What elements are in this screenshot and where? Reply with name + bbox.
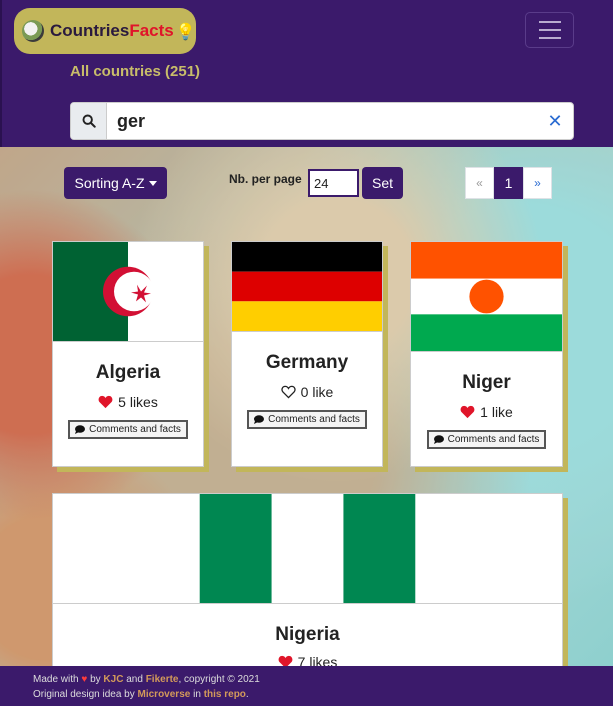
comment-icon bbox=[75, 425, 86, 434]
caret-down-icon bbox=[148, 180, 157, 186]
brand-name: CountriesFacts bbox=[50, 21, 174, 40]
hamburger-icon bbox=[538, 21, 561, 23]
pagination: « 1 » bbox=[465, 167, 552, 199]
per-page-label: Nb. per page bbox=[229, 172, 302, 186]
lightbulb-icon: 💡 bbox=[175, 21, 196, 41]
country-card-algeria[interactable]: Algeria 5 likes Comments and facts bbox=[52, 241, 204, 467]
heart-filled-icon bbox=[98, 395, 113, 409]
likes-count[interactable]: 5 likes bbox=[98, 394, 158, 410]
countries-count: All countries (251) bbox=[70, 63, 201, 80]
nigeria-flag bbox=[53, 494, 562, 604]
author-link-kjc[interactable]: KJC bbox=[103, 674, 123, 685]
search-button[interactable] bbox=[71, 103, 107, 139]
author-link-fikerte[interactable]: Fikerte bbox=[146, 674, 179, 685]
country-card-niger[interactable]: Niger 1 like Comments and facts bbox=[410, 241, 563, 467]
country-name: Germany bbox=[265, 352, 349, 373]
sorting-dropdown[interactable]: Sorting A-Z bbox=[64, 167, 167, 199]
country-name: Niger bbox=[462, 372, 511, 393]
pagination-next[interactable]: » bbox=[523, 167, 552, 199]
set-per-page-button[interactable]: Set bbox=[362, 167, 403, 199]
navbar: CountriesFacts 💡 All countries (251) ✕ bbox=[0, 0, 613, 147]
country-name: Algeria bbox=[95, 362, 161, 383]
pagination-page-1[interactable]: 1 bbox=[494, 167, 523, 199]
search-bar: ✕ bbox=[70, 102, 574, 140]
globe-logo-icon bbox=[22, 20, 44, 42]
clear-search-button[interactable]: ✕ bbox=[537, 111, 573, 132]
repo-link[interactable]: this repo bbox=[204, 689, 246, 700]
footer: Made with ♥ by KJC and Fikerte, copyrigh… bbox=[0, 666, 613, 706]
heart-outline-icon bbox=[281, 385, 296, 399]
search-input[interactable] bbox=[107, 103, 537, 139]
close-icon: ✕ bbox=[547, 110, 563, 132]
country-card-nigeria[interactable]: Nigeria 7 likes bbox=[52, 493, 563, 666]
menu-toggle-button[interactable] bbox=[525, 12, 574, 48]
comment-icon bbox=[254, 415, 265, 424]
search-icon bbox=[82, 114, 96, 128]
germany-flag bbox=[232, 242, 382, 332]
heart-filled-icon bbox=[278, 655, 293, 666]
niger-flag bbox=[411, 242, 562, 352]
per-page-input[interactable] bbox=[308, 169, 359, 197]
likes-count[interactable]: 1 like bbox=[460, 404, 513, 420]
comments-and-facts-button[interactable]: Comments and facts bbox=[247, 410, 367, 429]
microverse-link[interactable]: Microverse bbox=[138, 689, 191, 700]
likes-count[interactable]: 0 like bbox=[281, 384, 333, 400]
likes-count[interactable]: 7 likes bbox=[278, 654, 337, 666]
comments-and-facts-button[interactable]: Comments and facts bbox=[426, 430, 547, 449]
heart-filled-icon bbox=[460, 405, 475, 419]
country-card-germany[interactable]: Germany 0 like Comments and facts bbox=[231, 241, 383, 467]
footer-design-credit: Original design idea by Microverse in th… bbox=[33, 689, 249, 700]
heart-icon: ♥ bbox=[81, 674, 88, 685]
comment-icon bbox=[433, 435, 444, 444]
pagination-prev[interactable]: « bbox=[465, 167, 494, 199]
comments-and-facts-button[interactable]: Comments and facts bbox=[68, 420, 188, 439]
main-content: Sorting A-Z Nb. per page Set « 1 » Alger… bbox=[0, 147, 613, 666]
footer-credits: Made with ♥ by KJC and Fikerte, copyrigh… bbox=[33, 674, 260, 685]
algeria-flag bbox=[53, 242, 203, 342]
brand-logo-link[interactable]: CountriesFacts 💡 bbox=[14, 8, 196, 54]
country-name: Nigeria bbox=[275, 624, 340, 645]
